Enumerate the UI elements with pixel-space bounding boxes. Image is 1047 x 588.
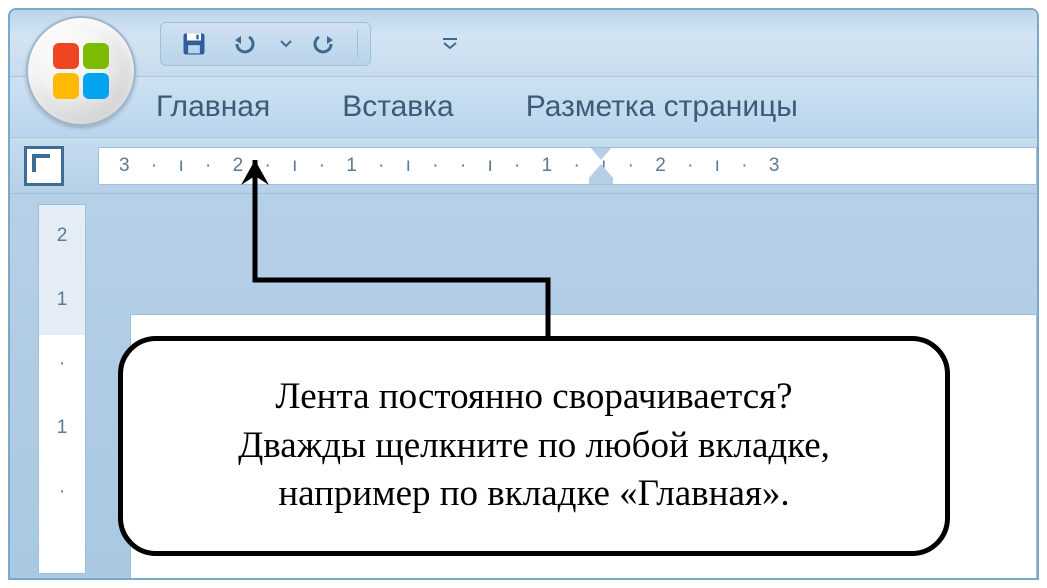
redo-icon xyxy=(311,32,341,56)
tab-alignment-button[interactable] xyxy=(24,146,64,186)
v-ruler-unit: 1 xyxy=(57,417,68,439)
first-line-indent-icon xyxy=(589,147,613,160)
ruler-row: 3 · ı · 2 · ı · 1 · ı · · ı · 1 · ı · 2 … xyxy=(10,138,1037,194)
v-ruler-unit: 1 xyxy=(57,289,68,311)
hanging-indent-icon xyxy=(589,164,613,178)
left-indent-icon xyxy=(589,177,613,185)
save-button[interactable] xyxy=(173,26,215,62)
v-ruler-unit: 2 xyxy=(57,225,68,247)
bar-icon xyxy=(443,38,457,40)
horizontal-ruler[interactable]: 3 · ı · 2 · ı · 1 · ı · · ı · 1 · ı · 2 … xyxy=(98,147,1037,185)
undo-icon xyxy=(231,32,261,56)
tab-home[interactable]: Главная xyxy=(150,86,276,128)
tab-page-layout[interactable]: Разметка страницы xyxy=(520,86,804,128)
office-logo-icon xyxy=(53,43,109,99)
chevron-down-icon xyxy=(443,42,457,50)
callout-line2: Дважды щелкните по любой вкладке, xyxy=(238,422,830,471)
callout-line1: Лента постоянно сворачивается? xyxy=(275,373,792,422)
undo-button[interactable] xyxy=(225,26,267,62)
v-ruler-unit: · xyxy=(59,481,65,503)
vertical-ruler[interactable]: 2 1 · 1 · xyxy=(38,204,86,574)
h-ruler-units: 3 · ı · 2 · ı · 1 · ı · · ı · 1 · ı · 2 … xyxy=(99,155,787,177)
office-button[interactable] xyxy=(26,16,136,126)
redo-button[interactable] xyxy=(305,26,347,62)
undo-dropdown[interactable] xyxy=(277,26,295,62)
quick-access-toolbar xyxy=(160,22,371,66)
titlebar-strip xyxy=(10,10,1037,76)
v-ruler-unit: · xyxy=(59,353,65,375)
chevron-down-icon xyxy=(280,40,292,48)
customize-qat-dropdown[interactable] xyxy=(440,30,460,58)
separator xyxy=(357,30,358,58)
tab-insert[interactable]: Вставка xyxy=(336,86,460,128)
help-callout: Лента постоянно сворачивается? Дважды ще… xyxy=(118,336,950,556)
indent-marker[interactable] xyxy=(589,147,613,185)
save-icon xyxy=(180,30,208,58)
callout-line3: например по вкладке «Главная». xyxy=(278,470,789,519)
ribbon-tabs: Главная Вставка Разметка страницы xyxy=(10,76,1037,138)
